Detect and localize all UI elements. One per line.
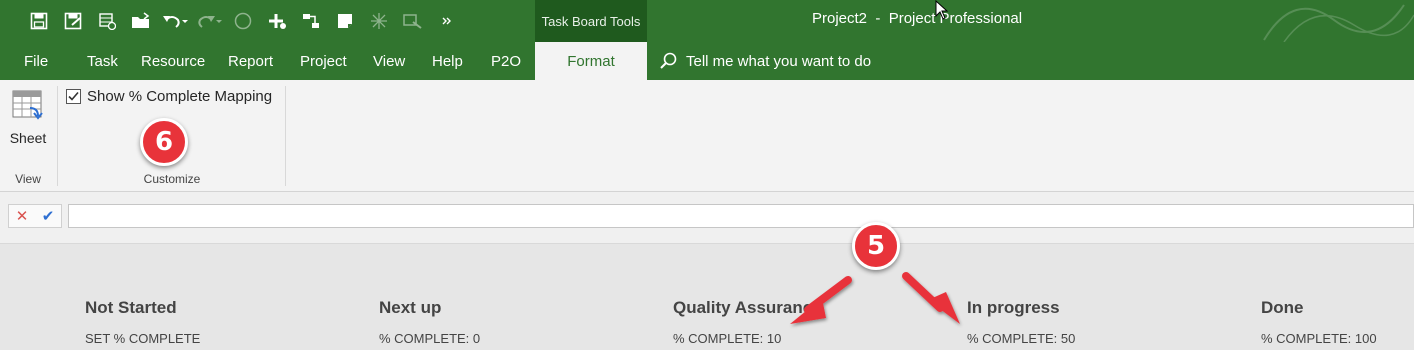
column-complete-mapping[interactable]: % COMPLETE: 10 (673, 331, 953, 346)
mouse-cursor-icon (935, 0, 949, 20)
tab-help[interactable]: Help (432, 42, 463, 80)
enter-icon[interactable]: ✔ (42, 207, 55, 225)
column-title: Done (1261, 298, 1304, 317)
entry-buttons: ✕ ✔ (8, 204, 62, 228)
add-icon[interactable] (260, 8, 294, 34)
tab-project[interactable]: Project (300, 42, 347, 80)
sheet-icon (12, 90, 43, 120)
tell-me-text: Tell me what you want to do (686, 52, 872, 70)
entry-field[interactable] (68, 204, 1414, 228)
tab-resource[interactable]: Resource (141, 42, 205, 80)
show-complete-mapping-checkbox[interactable] (66, 89, 81, 104)
tab-file[interactable]: File (24, 42, 48, 80)
column-title: In progress (967, 298, 1060, 317)
view-group: Sheet View (0, 80, 56, 190)
undo-icon[interactable] (158, 8, 192, 34)
open-folder-icon[interactable] (124, 8, 158, 34)
column-complete-mapping[interactable]: % COMPLETE: 50 (967, 331, 1247, 346)
board-column-not-started[interactable]: Not Started SET % COMPLETE (85, 298, 365, 346)
callout-marker-6: 6 (140, 118, 188, 166)
column-title: Not Started (85, 298, 177, 317)
board-column-quality-assurance[interactable]: Quality Assurance % COMPLETE: 10 (673, 298, 953, 346)
entry-bar: ✕ ✔ (0, 192, 1414, 244)
show-complete-mapping-option[interactable]: Show % Complete Mapping (66, 88, 272, 105)
title-bar: Task Board Tools Project2 - Project Prof… (0, 0, 1414, 42)
save-baseline-icon[interactable] (56, 8, 90, 34)
tab-p2o[interactable]: P2O (491, 42, 521, 80)
task-board: Not Started SET % COMPLETE Next up % COM… (0, 244, 1414, 350)
group-divider (285, 86, 286, 186)
split-icon[interactable] (362, 8, 396, 34)
view-group-label: View (15, 172, 41, 186)
link-icon[interactable] (294, 8, 328, 34)
column-title: Quality Assurance (673, 298, 822, 317)
tab-format[interactable]: Format (535, 42, 647, 80)
circle-icon[interactable] (226, 8, 260, 34)
decorative-swirl-icon (1263, 4, 1414, 42)
redo-icon[interactable] (192, 8, 226, 34)
column-title: Next up (379, 298, 442, 317)
note-icon[interactable] (328, 8, 362, 34)
customize-group-label: Customize (143, 172, 201, 186)
app-title: Project2 - Project Professional (812, 10, 1023, 27)
quick-access-toolbar (22, 8, 464, 34)
cancel-icon[interactable]: ✕ (16, 207, 29, 225)
group-divider (57, 86, 58, 186)
sheet-button[interactable]: Sheet (6, 88, 50, 150)
ribbon-tab-bar: File Task Resource Report Project View H… (0, 42, 1414, 80)
more-icon[interactable] (430, 8, 464, 34)
context-tab-label: Task Board Tools (535, 0, 647, 42)
sheet-label: Sheet (9, 130, 47, 146)
checkmark-icon (68, 91, 79, 101)
show-complete-mapping-label: Show % Complete Mapping (87, 88, 273, 105)
search-icon (660, 52, 677, 69)
board-column-next-up[interactable]: Next up % COMPLETE: 0 (379, 298, 659, 346)
tab-task[interactable]: Task (87, 42, 118, 80)
save-icon[interactable] (22, 8, 56, 34)
column-complete-mapping[interactable]: % COMPLETE: 0 (379, 331, 659, 346)
column-complete-mapping[interactable]: SET % COMPLETE (85, 331, 365, 346)
tell-me-search[interactable]: Tell me what you want to do (660, 42, 871, 80)
board-column-in-progress[interactable]: In progress % COMPLETE: 50 (967, 298, 1247, 346)
callout-marker-5: 5 (852, 222, 900, 270)
board-column-done[interactable]: Done % COMPLETE: 100 (1261, 298, 1411, 346)
tab-view[interactable]: View (373, 42, 405, 80)
new-task-icon[interactable] (90, 8, 124, 34)
tab-report[interactable]: Report (228, 42, 273, 80)
move-icon[interactable] (396, 8, 430, 34)
column-complete-mapping[interactable]: % COMPLETE: 100 (1261, 331, 1411, 346)
ribbon: Sheet View Show % Complete Mapping Custo… (0, 80, 1414, 192)
